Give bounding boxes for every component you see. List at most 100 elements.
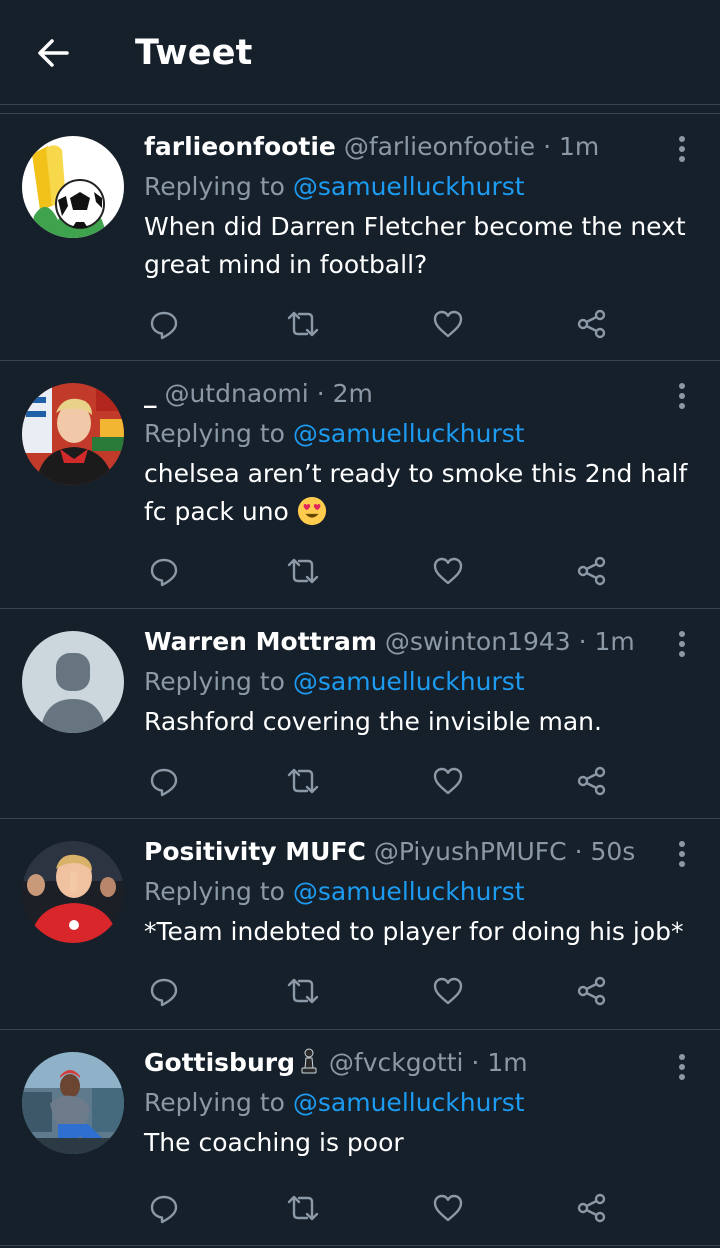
heart-icon bbox=[433, 310, 463, 338]
reply-button[interactable] bbox=[144, 1188, 184, 1228]
player-avatar-icon bbox=[22, 383, 124, 485]
display-name[interactable]: _ bbox=[144, 379, 157, 408]
user-handle[interactable]: @farlieonfootie bbox=[344, 132, 535, 161]
share-button[interactable] bbox=[572, 551, 612, 591]
share-button[interactable] bbox=[572, 971, 612, 1011]
retweet-button[interactable] bbox=[283, 1188, 323, 1228]
mention-link[interactable]: @samuelluckhurst bbox=[293, 667, 525, 696]
heart-eyes-emoji-icon bbox=[297, 496, 326, 526]
mention-link[interactable]: @samuelluckhurst bbox=[293, 877, 525, 906]
replying-prefix: Replying to bbox=[144, 667, 293, 696]
separator-dot: · bbox=[543, 132, 552, 161]
reply-tweet[interactable]: farlieonfootie @farlieonfootie · 1m Repl… bbox=[0, 114, 720, 361]
top-app-bar: Tweet bbox=[0, 0, 720, 105]
mention-link[interactable]: @samuelluckhurst bbox=[293, 419, 525, 448]
timestamp[interactable]: 1m bbox=[487, 1048, 527, 1077]
reply-button[interactable] bbox=[144, 971, 184, 1011]
user-avatar[interactable] bbox=[22, 841, 124, 943]
display-name[interactable]: Positivity MUFC bbox=[144, 837, 366, 866]
retweet-icon bbox=[287, 1195, 319, 1221]
retweet-button[interactable] bbox=[283, 304, 323, 344]
tweet-content: _ @utdnaomi · 2m Replying to @samuelluck… bbox=[144, 377, 692, 531]
share-icon bbox=[577, 1193, 606, 1223]
retweet-button[interactable] bbox=[283, 761, 323, 801]
display-name[interactable]: Warren Mottram bbox=[144, 627, 377, 656]
heart-icon bbox=[433, 767, 463, 795]
dot-icon bbox=[679, 1064, 685, 1070]
dot-icon bbox=[679, 136, 685, 142]
shush-avatar-icon bbox=[22, 841, 124, 943]
dot-icon bbox=[679, 146, 685, 152]
reply-button[interactable] bbox=[144, 304, 184, 344]
tweet-header: Gottisburg @fvckgotti · 1m bbox=[144, 1046, 692, 1080]
mention-link[interactable]: @samuelluckhurst bbox=[293, 172, 525, 201]
action-bar bbox=[132, 761, 632, 801]
share-button[interactable] bbox=[572, 761, 612, 801]
action-bar bbox=[132, 971, 632, 1011]
reply-icon bbox=[150, 558, 178, 587]
user-handle[interactable]: @fvckgotti bbox=[329, 1048, 464, 1077]
user-avatar[interactable] bbox=[22, 383, 124, 485]
reply-button[interactable] bbox=[144, 551, 184, 591]
user-handle[interactable]: @utdnaomi bbox=[164, 379, 308, 408]
user-handle[interactable]: @swinton1943 bbox=[385, 627, 571, 656]
dot-icon bbox=[679, 641, 685, 647]
like-button[interactable] bbox=[428, 1188, 468, 1228]
more-options-button[interactable] bbox=[672, 381, 692, 411]
display-name[interactable]: Gottisburg bbox=[144, 1048, 295, 1077]
tweet-content: Gottisburg @fvckgotti · 1m Replying to @… bbox=[144, 1046, 692, 1162]
more-options-button[interactable] bbox=[672, 839, 692, 869]
like-button[interactable] bbox=[428, 971, 468, 1011]
reply-tweet[interactable]: Gottisburg @fvckgotti · 1m Replying to @… bbox=[0, 1030, 720, 1246]
tweet-header: Positivity MUFC @PiyushPMUFC · 50s bbox=[144, 835, 692, 869]
more-options-button[interactable] bbox=[672, 1052, 692, 1082]
back-button[interactable] bbox=[30, 30, 76, 76]
timestamp[interactable]: 2m bbox=[333, 379, 373, 408]
like-button[interactable] bbox=[428, 761, 468, 801]
reply-tweet[interactable]: _ @utdnaomi · 2m Replying to @samuelluck… bbox=[0, 361, 720, 609]
share-icon bbox=[577, 766, 606, 796]
retweet-button[interactable] bbox=[283, 971, 323, 1011]
timestamp[interactable]: 1m bbox=[559, 132, 599, 161]
like-button[interactable] bbox=[428, 551, 468, 591]
retweet-icon bbox=[287, 768, 319, 794]
dot-icon bbox=[679, 393, 685, 399]
reply-tweet[interactable]: Positivity MUFC @PiyushPMUFC · 50s Reply… bbox=[0, 819, 720, 1030]
share-button[interactable] bbox=[572, 1188, 612, 1228]
replying-to: Replying to @samuelluckhurst bbox=[144, 875, 692, 909]
user-avatar[interactable] bbox=[22, 136, 124, 238]
reply-icon bbox=[150, 978, 178, 1007]
more-options-button[interactable] bbox=[672, 134, 692, 164]
user-avatar[interactable] bbox=[22, 631, 124, 733]
display-name[interactable]: farlieonfootie bbox=[144, 132, 336, 161]
user-avatar[interactable] bbox=[22, 1052, 124, 1154]
more-options-button[interactable] bbox=[672, 629, 692, 659]
replying-prefix: Replying to bbox=[144, 172, 293, 201]
separator-dot: · bbox=[574, 837, 583, 866]
timestamp[interactable]: 1m bbox=[595, 627, 635, 656]
heart-icon bbox=[433, 1194, 463, 1222]
mention-link[interactable]: @samuelluckhurst bbox=[293, 1088, 525, 1117]
replying-prefix: Replying to bbox=[144, 877, 293, 906]
tweet-text: chelsea aren’t ready to smoke this 2nd h… bbox=[144, 459, 688, 526]
retweet-button[interactable] bbox=[283, 551, 323, 591]
reply-tweet[interactable]: Warren Mottram @swinton1943 · 1m Replyin… bbox=[0, 609, 720, 819]
retweet-icon bbox=[287, 311, 319, 337]
reply-button[interactable] bbox=[144, 761, 184, 801]
tweet-text-wrapper: chelsea aren’t ready to smoke this 2nd h… bbox=[144, 455, 692, 531]
tweet-text: When did Darren Fletcher become the next… bbox=[144, 212, 686, 279]
share-button[interactable] bbox=[572, 304, 612, 344]
action-bar bbox=[132, 304, 632, 344]
tweet-content: Positivity MUFC @PiyushPMUFC · 50s Reply… bbox=[144, 835, 692, 951]
user-handle[interactable]: @PiyushPMUFC bbox=[374, 837, 567, 866]
tweet-header: _ @utdnaomi · 2m bbox=[144, 377, 692, 411]
dot-icon bbox=[679, 1054, 685, 1060]
reply-icon bbox=[150, 1195, 178, 1224]
timestamp[interactable]: 50s bbox=[590, 837, 635, 866]
like-button[interactable] bbox=[428, 304, 468, 344]
photo-avatar-icon bbox=[22, 1052, 124, 1154]
tweet-text: The coaching is poor bbox=[144, 1128, 404, 1157]
arrow-left-icon bbox=[38, 39, 69, 67]
retweet-icon bbox=[287, 558, 319, 584]
reply-icon bbox=[150, 768, 178, 797]
